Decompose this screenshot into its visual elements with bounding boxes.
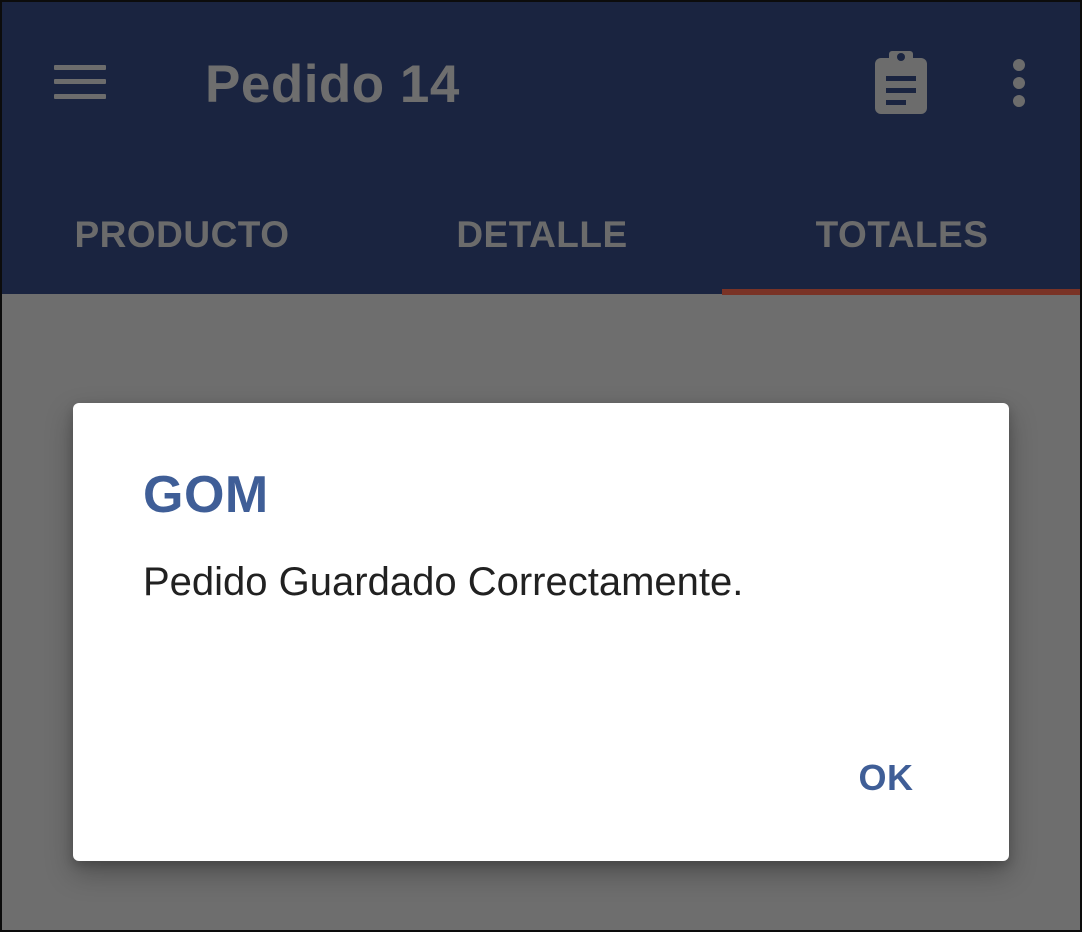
tab-totales[interactable]: TOTALES [722,180,1080,290]
dialog-title: GOM [143,466,269,524]
selected-tab-indicator [722,289,1080,295]
tab-detalle[interactable]: DETALLE [362,180,722,290]
ok-button[interactable]: OK [837,745,935,811]
tab-bar: PRODUCTO DETALLE TOTALES [2,180,1080,295]
dialog-message: Pedido Guardado Correctamente. [143,560,744,604]
page-title: Pedido 14 [205,55,460,114]
app-bar: Pedido 14 PRODUCTO DETALLE TOTALES [2,2,1080,295]
alert-dialog: GOM Pedido Guardado Correctamente. OK [73,403,1009,861]
tab-producto[interactable]: PRODUCTO [2,180,362,290]
app-screen: Pedido 14 PRODUCTO DETALLE TOTALES GOM P… [0,0,1082,932]
menu-button[interactable] [42,48,118,116]
clipboard-icon [875,51,927,114]
clipboard-button[interactable] [864,46,938,120]
overflow-menu-button[interactable] [994,48,1044,118]
